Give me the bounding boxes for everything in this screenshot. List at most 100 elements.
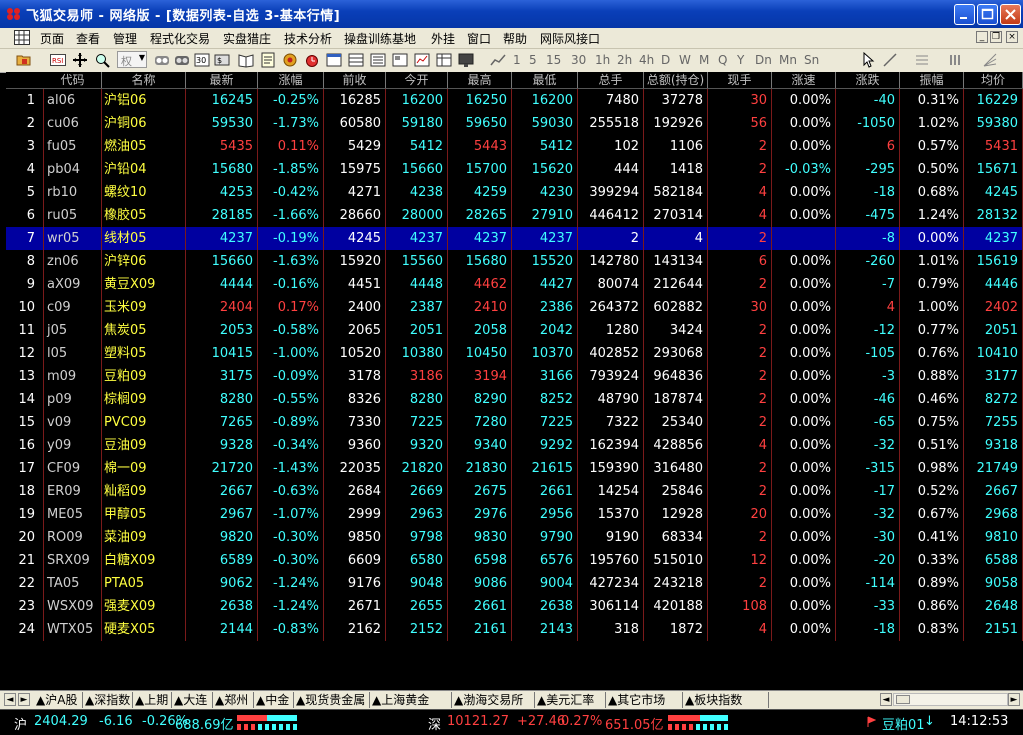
table-row[interactable]: 11 j05 焦炭05 2053 -0.58% 2065 2051 2058 2042 1280 3… <box>6 319 1023 342</box>
column-header-prev-close[interactable]: 前收 <box>324 72 386 88</box>
close-button[interactable] <box>1000 4 1021 25</box>
market-tab[interactable]: ▲上海黄金 <box>370 692 452 708</box>
table-row[interactable]: 24 WTX05 硬麦X05 2144 -0.83% 2162 2152 2161 2143 31… <box>6 618 1023 641</box>
period-year[interactable]: Y <box>737 53 744 67</box>
column-header-last[interactable]: 最新 <box>186 72 258 88</box>
column-header-open[interactable]: 今开 <box>386 72 448 88</box>
period-week[interactable]: W <box>679 53 691 67</box>
market-tab[interactable]: ▲郑州 <box>213 692 254 708</box>
tab-scroll-right-button[interactable]: ► <box>18 693 30 706</box>
column-header-open-interest[interactable]: 总额(持仓) <box>644 72 708 88</box>
zoom-icon[interactable] <box>94 52 110 68</box>
column-header-code[interactable]: 代码 <box>44 72 102 88</box>
menu-program-trading[interactable]: 程式化交易 <box>150 30 210 47</box>
market-tab[interactable]: ▲渤海交易所 <box>452 692 535 708</box>
cash-icon[interactable]: $ <box>214 52 230 68</box>
period-dn[interactable]: Dn <box>755 53 772 67</box>
menu-view[interactable]: 查看 <box>76 30 100 47</box>
table-row[interactable]: 14 p09 棕榈09 8280 -0.55% 8326 8280 8290 8252 48790… <box>6 388 1023 411</box>
hscroll-left-button[interactable]: ◄ <box>880 693 892 706</box>
menu-plugins[interactable]: 外挂 <box>431 30 455 47</box>
period-day[interactable]: D <box>661 53 670 67</box>
menu-help[interactable]: 帮助 <box>503 30 527 47</box>
menu-training[interactable]: 操盘训练基地 <box>344 30 416 47</box>
column-header-change-pct[interactable]: 涨幅 <box>258 72 324 88</box>
column-header-avg-price[interactable]: 均价 <box>964 72 1023 88</box>
table-row[interactable]: 9 aX09 黄豆X09 4444 -0.16% 4451 4448 4462 4427 8007… <box>6 273 1023 296</box>
market-tab[interactable]: ▲沪A股 <box>34 692 83 708</box>
period-15[interactable]: 15 <box>546 53 561 67</box>
fan-lines-icon[interactable] <box>982 52 998 68</box>
table-row[interactable]: 4 pb04 沪铅04 15680 -1.85% 15975 15660 15700 15620… <box>6 158 1023 181</box>
table-row[interactable]: 20 RO09 菜油09 9820 -0.30% 9850 9798 9830 9790 9190… <box>6 526 1023 549</box>
column-header-high[interactable]: 最高 <box>448 72 512 88</box>
open-folder-icon[interactable] <box>16 52 32 68</box>
menu-window[interactable]: 窗口 <box>467 30 491 47</box>
hscroll-right-button[interactable]: ► <box>1008 693 1020 706</box>
table-row[interactable]: 16 y09 豆油09 9328 -0.34% 9360 9320 9340 9292 16239… <box>6 434 1023 457</box>
bars-icon[interactable] <box>948 52 964 68</box>
market-tab[interactable]: ▲中金 <box>254 692 294 708</box>
grid-menu-icon[interactable] <box>14 30 30 45</box>
period-sn[interactable]: Sn <box>804 53 819 67</box>
adjust-dropdown[interactable]: 权 ▼ <box>117 51 147 68</box>
alarm-icon[interactable] <box>304 52 320 68</box>
table-row[interactable]: 17 CF09 棉一09 21720 -1.43% 22035 21820 21830 2161… <box>6 457 1023 480</box>
chart-view-icon[interactable] <box>414 52 430 68</box>
period-month[interactable]: M <box>699 53 709 67</box>
mdi-minimize-button[interactable]: _ <box>976 31 988 43</box>
table-row[interactable]: 1 al06 沪铝06 16245 -0.25% 16285 16200 16250 16200… <box>6 89 1023 112</box>
pointer-icon[interactable] <box>860 52 876 68</box>
menu-netfeed[interactable]: 网际风接口 <box>540 30 600 47</box>
period-1[interactable]: 1 <box>513 53 521 67</box>
table-row[interactable]: 2 cu06 沪铜06 59530 -1.73% 60580 59180 59650 59030… <box>6 112 1023 135</box>
period-mn[interactable]: Mn <box>779 53 797 67</box>
table-row[interactable]: 19 ME05 甲醇05 2967 -1.07% 2999 2963 2976 2956 1537… <box>6 503 1023 526</box>
period-5[interactable]: 5 <box>529 53 537 67</box>
column-header-low[interactable]: 最低 <box>512 72 578 88</box>
market-tab[interactable]: ▲美元汇率 <box>535 692 606 708</box>
layout-icon[interactable] <box>348 52 364 68</box>
period-4h[interactable]: 4h <box>639 53 654 67</box>
table-row[interactable]: 15 v09 PVC09 7265 -0.89% 7330 7225 7280 7225 7322… <box>6 411 1023 434</box>
table-row[interactable]: 5 rb10 螺纹10 4253 -0.42% 4271 4238 4259 4230 39929… <box>6 181 1023 204</box>
settings-gear-icon[interactable] <box>282 52 298 68</box>
column-header-volume[interactable]: 总手 <box>578 72 644 88</box>
menu-technical-analysis[interactable]: 技术分析 <box>284 30 332 47</box>
table-row[interactable]: 8 zn06 沪锌06 15660 -1.63% 15920 15560 15680 15520… <box>6 250 1023 273</box>
book-icon[interactable] <box>238 52 254 68</box>
menu-manage[interactable]: 管理 <box>113 30 137 47</box>
table-row[interactable]: 10 c09 玉米09 2404 0.17% 2400 2387 2410 2386 264372… <box>6 296 1023 319</box>
table-row[interactable]: 18 ER09 籼稻09 2667 -0.63% 2684 2669 2675 2661 1425… <box>6 480 1023 503</box>
table-row[interactable]: 12 l05 塑料05 10415 -1.00% 10520 10380 10450 10370… <box>6 342 1023 365</box>
menu-page[interactable]: 页面 <box>40 30 64 47</box>
rsi-icon[interactable]: RSI <box>50 52 66 68</box>
table-row[interactable]: 3 fu05 燃油05 5435 0.11% 5429 5412 5443 5412 102 110… <box>6 135 1023 158</box>
menu-live-trading[interactable]: 实盘猎庄 <box>223 30 271 47</box>
period-quarter[interactable]: Q <box>718 53 727 67</box>
monitor-icon[interactable] <box>458 52 474 68</box>
minimize-button[interactable] <box>954 4 975 25</box>
period-1h[interactable]: 1h <box>595 53 610 67</box>
detail-view-icon[interactable] <box>392 52 408 68</box>
market-tab[interactable]: ▲深指数 <box>83 692 133 708</box>
table-row[interactable]: 22 TA05 PTA05 9062 -1.24% 9176 9048 9086 9004 427… <box>6 572 1023 595</box>
report-view-icon[interactable] <box>436 52 452 68</box>
table-row[interactable]: 21 SRX09 白糖X09 6589 -0.30% 6609 6580 6598 6576 19… <box>6 549 1023 572</box>
market-tab[interactable]: ▲大连 <box>172 692 213 708</box>
table-row[interactable]: 13 m09 豆粕09 3175 -0.09% 3178 3186 3194 3166 79392… <box>6 365 1023 388</box>
scrollbar-thumb[interactable] <box>896 695 910 704</box>
column-header-amplitude[interactable]: 振幅 <box>900 72 964 88</box>
table-row[interactable]: 7 wr05 线材05 4237 -0.19% 4245 4237 4237 4237 2 4 2 -8… <box>6 227 1023 250</box>
market-tab[interactable]: ▲上期 <box>133 692 172 708</box>
tab-scroll-left-button[interactable]: ◄ <box>4 693 16 706</box>
crosshair-icon[interactable] <box>72 52 88 68</box>
table-row[interactable]: 23 WSX09 强麦X09 2638 -1.24% 2671 2655 2661 2638 30… <box>6 595 1023 618</box>
indicator-b-icon[interactable] <box>174 52 190 68</box>
trend-chart-icon[interactable] <box>490 52 506 68</box>
market-tab[interactable]: ▲其它市场 <box>606 692 683 708</box>
period-30[interactable]: 30 <box>571 53 586 67</box>
list-view-icon[interactable] <box>370 52 386 68</box>
maximize-button[interactable] <box>977 4 998 25</box>
f10-info-icon[interactable]: 30 <box>194 52 210 68</box>
